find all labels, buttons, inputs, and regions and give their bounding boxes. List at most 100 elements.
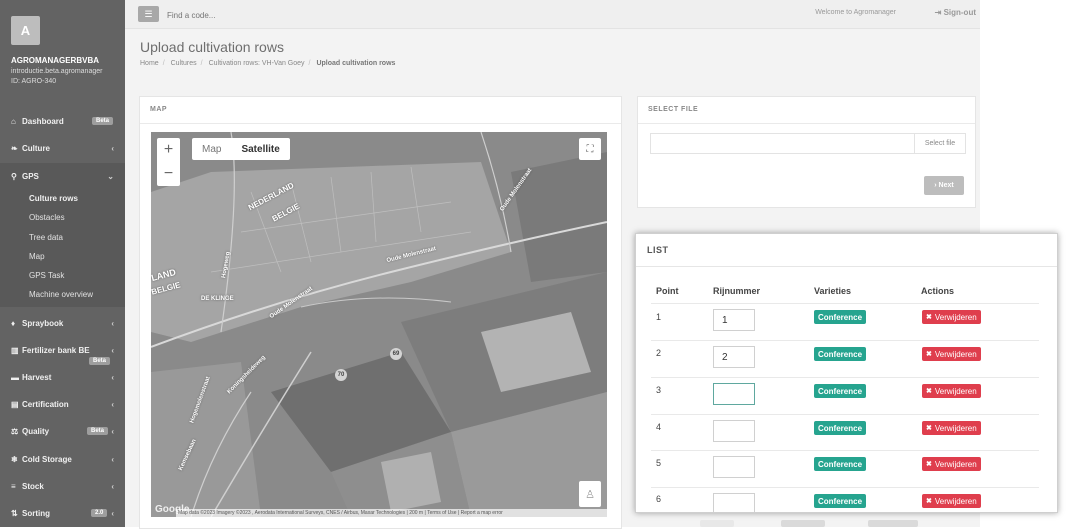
beta-badge: Beta (87, 427, 109, 435)
sidebar-subitem-obstacles[interactable]: Obstacles (29, 213, 65, 222)
street-view-button[interactable]: ♙ (579, 481, 601, 507)
sidebar-item-label: Certification (22, 399, 69, 409)
delete-button[interactable]: ✖ Verwijderen (922, 421, 981, 435)
rijnummer-input[interactable] (713, 346, 755, 368)
sign-out-link[interactable]: ⇥ Sign-out (935, 8, 976, 17)
sidebar-item-label: Cold Storage (22, 454, 72, 464)
delete-button[interactable]: ✖ Verwijderen (922, 494, 981, 508)
row-divider (651, 414, 1039, 415)
sidebar-subitem-tree-data[interactable]: Tree data (29, 233, 63, 242)
rijnummer-input[interactable] (713, 383, 755, 405)
delete-button[interactable]: ✖ Verwijderen (922, 457, 981, 471)
ghost-element (700, 520, 734, 527)
row-divider (651, 303, 1039, 304)
sidebar-item-label: GPS (22, 171, 39, 181)
sidebar-item-label: Fertilizer bank BE (22, 345, 90, 355)
sidebar-item-harvest[interactable]: ▬ Harvest ‹ (0, 364, 125, 390)
sidebar-item-fertilizer[interactable]: ▥ Fertilizer bank BE ‹ Beta (0, 337, 125, 365)
sidebar-subitem-culture-rows[interactable]: Culture rows (29, 194, 78, 203)
rijnummer-input[interactable] (713, 456, 755, 478)
delete-label: Verwijderen (934, 349, 977, 359)
delete-label: Verwijderen (934, 312, 977, 322)
list-title: LIST (647, 245, 669, 255)
zoom-in-button[interactable]: + (157, 138, 180, 162)
close-icon: ✖ (926, 314, 932, 321)
sidebar-item-gps[interactable]: ⚲ GPS ⌄ (0, 163, 125, 189)
sidebar-subitem-gps-task[interactable]: GPS Task (29, 271, 64, 280)
column-header-actions: Actions (921, 286, 955, 296)
sidebar-item-sorting[interactable]: ⇅ Sorting 2.0 ‹ (0, 500, 125, 526)
delete-button[interactable]: ✖ Verwijderen (922, 310, 981, 324)
breadcrumb-home[interactable]: Home (140, 60, 159, 67)
sidebar-item-label: Spraybook (22, 318, 64, 328)
breadcrumb-current: Upload cultivation rows (316, 60, 396, 67)
map-imagery (151, 132, 607, 517)
ghost-element (781, 520, 825, 527)
variety-button[interactable]: Conference (814, 310, 867, 324)
breadcrumb-cultivation-rows[interactable]: Cultivation rows: VH-Van Goey (209, 60, 305, 67)
sidebar-item-label: Quality (22, 426, 50, 436)
variety-button[interactable]: Conference (814, 384, 867, 398)
point-cell: 5 (656, 458, 662, 468)
variety-button[interactable]: Conference (814, 347, 867, 361)
point-cell: 3 (656, 385, 662, 395)
fullscreen-button[interactable]: ⛶ (579, 138, 601, 160)
sidebar-item-quality[interactable]: ⚖ Quality Beta ‹ (0, 418, 125, 444)
list-icon: ≡ (11, 481, 16, 491)
breadcrumb-cultures[interactable]: Cultures (171, 60, 197, 67)
next-label: Next (938, 182, 954, 189)
sidebar-subitem-machine-overview[interactable]: Machine overview (29, 290, 93, 299)
delete-button[interactable]: ✖ Verwijderen (922, 347, 981, 361)
zoom-out-button[interactable]: − (157, 162, 180, 186)
company-id: ID: AGRO-340 (11, 78, 57, 85)
sort-icon: ⇅ (11, 508, 18, 518)
column-header-varieties: Varieties (814, 286, 852, 296)
zoom-control: + − (157, 138, 180, 186)
column-header-point: Point (656, 286, 679, 296)
rijnummer-input[interactable] (713, 420, 755, 442)
sidebar-item-certification[interactable]: ▤ Certification ‹ (0, 391, 125, 417)
map-type-map-button[interactable]: Map (192, 138, 231, 160)
column-header-rijnummer: Rijnummer (713, 286, 761, 296)
chevron-down-icon: ⌄ (107, 171, 114, 181)
avatar[interactable]: A (11, 16, 40, 45)
rijnummer-input[interactable] (713, 493, 755, 512)
chevron-left-icon: ‹ (111, 426, 114, 436)
bank-icon: ▥ (11, 345, 19, 355)
variety-button[interactable]: Conference (814, 494, 867, 508)
breadcrumb: Home / Cultures / Cultivation rows: VH-Van… (140, 60, 396, 67)
menu-toggle-button[interactable]: ☰ (138, 6, 159, 22)
sidebar-item-spraybook[interactable]: ♦ Spraybook ‹ (0, 310, 125, 336)
file-input[interactable]: Select file (650, 133, 966, 154)
row-divider (651, 377, 1039, 378)
delete-label: Verwijderen (934, 496, 977, 506)
variety-button[interactable]: Conference (814, 421, 867, 435)
satellite-map[interactable]: NEDERLAND BELGIE LAND BELGIE DE KLINGE O… (151, 132, 607, 517)
sidebar-item-cold-storage[interactable]: ❄ Cold Storage ‹ (0, 446, 125, 472)
sidebar-subitem-map[interactable]: Map (29, 252, 45, 261)
chevron-left-icon: ‹ (111, 481, 114, 491)
map-attribution: Map data ©2023 Imagery ©2023 , Aerodata … (176, 509, 607, 517)
select-file-title: SELECT FILE (648, 106, 699, 113)
select-file-button[interactable]: Select file (914, 134, 965, 153)
home-icon: ⌂ (11, 116, 16, 126)
point-cell: 1 (656, 312, 662, 322)
sidebar-item-culture[interactable]: ❧ Culture ‹ (0, 135, 125, 161)
delete-button[interactable]: ✖ Verwijderen (922, 384, 981, 398)
next-button[interactable]: › Next (924, 176, 964, 195)
map-type-satellite-button[interactable]: Satellite (231, 138, 289, 160)
rijnummer-input[interactable] (713, 309, 755, 331)
variety-button[interactable]: Conference (814, 457, 867, 471)
sidebar-item-dashboard[interactable]: ⌂ Dashboard Beta (0, 108, 125, 134)
map-marker-icon: ⚲ (11, 171, 17, 181)
map-panel-title: MAP (150, 106, 168, 113)
ghost-element (868, 520, 918, 527)
chevron-left-icon: ‹ (111, 399, 114, 409)
close-icon: ✖ (926, 351, 932, 358)
search-input[interactable] (165, 6, 389, 24)
delete-label: Verwijderen (934, 459, 977, 469)
page-title: Upload cultivation rows (140, 39, 284, 55)
pegman-icon: ♙ (585, 488, 595, 501)
truck-icon: ▬ (11, 372, 19, 382)
sidebar-item-stock[interactable]: ≡ Stock ‹ (0, 473, 125, 499)
